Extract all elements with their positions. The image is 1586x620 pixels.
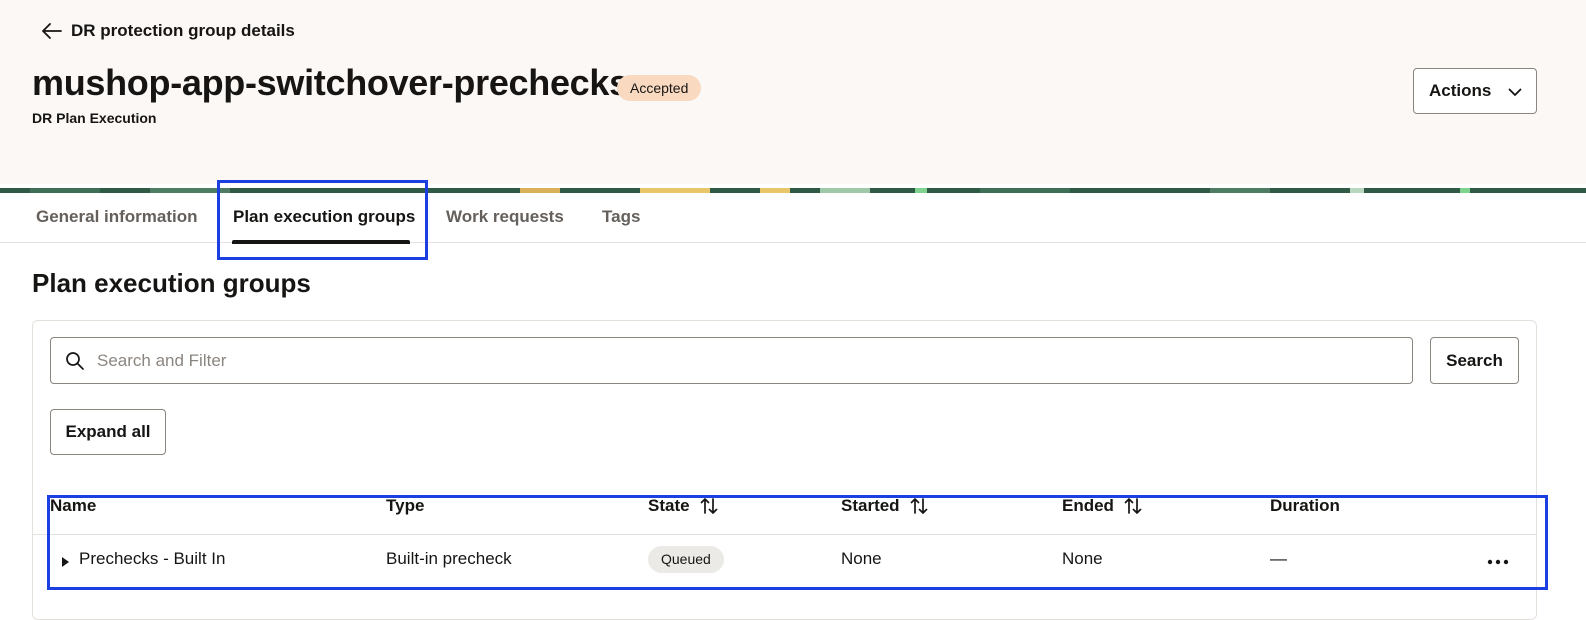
chevron-down-icon (1508, 88, 1522, 96)
column-header-started[interactable]: Started (841, 496, 928, 516)
status-badge: Accepted (617, 75, 702, 101)
section-title: Plan execution groups (32, 268, 311, 298)
sort-icon[interactable] (910, 496, 928, 516)
cell-started: None (841, 549, 882, 568)
column-header-name: Name (50, 496, 96, 516)
column-header-label: Duration (1270, 496, 1340, 515)
sort-icon[interactable] (700, 496, 718, 516)
cell-ended: None (1062, 549, 1103, 568)
table-divider (33, 534, 1536, 535)
search-button[interactable]: Search (1430, 337, 1519, 384)
more-horizontal-icon (1487, 559, 1509, 565)
row-actions-button[interactable] (1482, 549, 1514, 575)
tab-work-requests[interactable]: Work requests (446, 207, 564, 227)
column-header-label: Name (50, 496, 97, 515)
tab-plan-execution-groups[interactable]: Plan execution groups (233, 207, 415, 227)
column-header-label: State (648, 496, 690, 515)
column-header-label: Started (841, 496, 900, 515)
page-title: mushop-app-switchover-prechecks (32, 62, 629, 103)
column-header-label: Type (386, 496, 425, 515)
search-field[interactable] (50, 337, 1413, 384)
column-header-ended[interactable]: Ended (1062, 496, 1142, 516)
tab-bar: General information Plan execution group… (0, 193, 1586, 243)
expand-all-button[interactable]: Expand all (50, 409, 166, 455)
cell-duration: — (1270, 549, 1287, 568)
header-banner (0, 184, 1586, 193)
column-header-state[interactable]: State (648, 496, 718, 516)
caret-right-icon[interactable] (59, 555, 71, 569)
column-header-label: Ended (1062, 496, 1114, 515)
sort-icon[interactable] (1124, 496, 1142, 516)
cell-name[interactable]: Prechecks - Built In (79, 549, 225, 569)
actions-menu-button[interactable]: Actions (1413, 68, 1537, 114)
tab-tags[interactable]: Tags (602, 207, 640, 227)
page-subtitle: DR Plan Execution (32, 110, 157, 126)
arrow-left-icon (42, 23, 62, 39)
column-header-duration: Duration (1270, 496, 1340, 516)
active-tab-indicator (232, 240, 410, 244)
page-header: DR protection group details mushop-app-s… (0, 0, 1586, 184)
cell-type: Built-in precheck (386, 549, 512, 568)
search-icon (66, 352, 84, 370)
back-link-label: DR protection group details (71, 21, 295, 40)
actions-button-label: Actions (1429, 81, 1492, 100)
tab-general-information[interactable]: General information (36, 207, 198, 227)
state-badge: Queued (648, 546, 724, 573)
search-input[interactable] (97, 350, 1397, 371)
back-link[interactable]: DR protection group details (41, 18, 295, 44)
column-header-type: Type (386, 496, 424, 516)
